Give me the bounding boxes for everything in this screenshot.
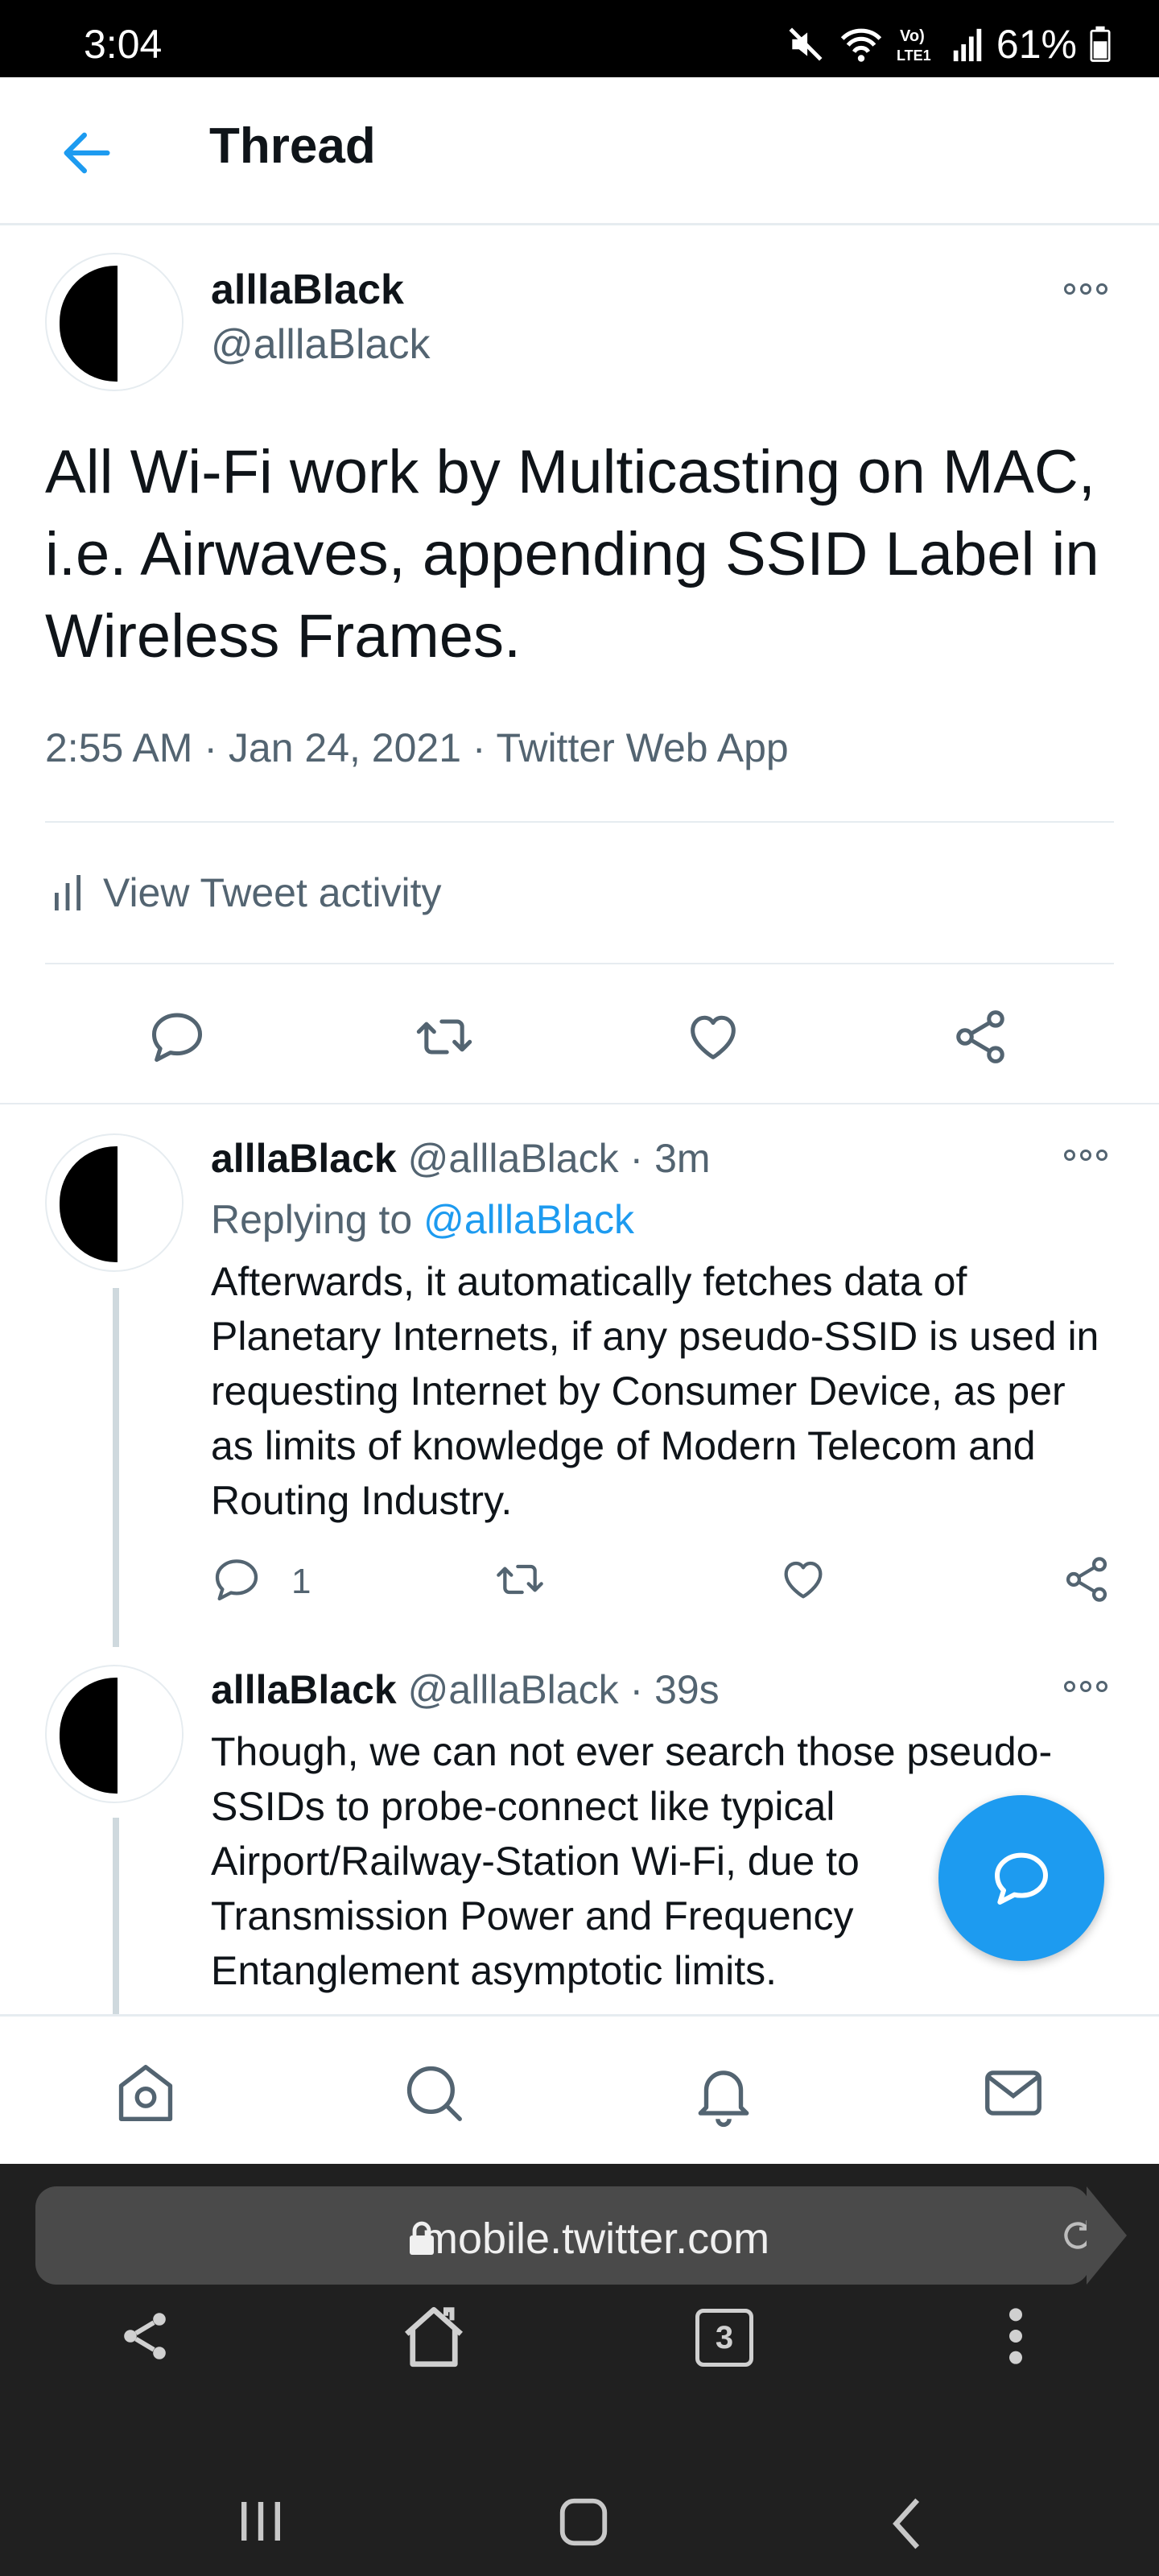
retweet-icon <box>416 1019 472 1055</box>
nav-messages[interactable] <box>979 2058 1048 2132</box>
divider <box>0 1103 1159 1104</box>
author-name[interactable]: alllaBlack <box>211 266 404 314</box>
battery-percent: 61% <box>996 22 1077 67</box>
recent-apps-icon <box>241 2502 280 2541</box>
tweet-text: All Wi-Fi work by Multicasting on MAC, i… <box>45 438 1099 671</box>
thread-line <box>113 1818 119 2014</box>
like-button[interactable] <box>777 1554 829 1609</box>
compose-reply-button[interactable] <box>938 1795 1104 1961</box>
separator: · <box>629 1136 644 1181</box>
reply-time: 3m <box>654 1136 711 1181</box>
app-header: Thread <box>0 77 1159 225</box>
address-bar-tip <box>1087 2186 1127 2285</box>
reply-icon <box>151 1013 203 1063</box>
view-tweet-activity[interactable]: View Tweet activity <box>53 869 442 916</box>
reply-button[interactable] <box>146 1006 208 1071</box>
url-text: mobile.twitter.com <box>422 2215 770 2263</box>
share-button[interactable] <box>950 1006 1011 1071</box>
home-icon <box>405 2306 463 2368</box>
retweet-button[interactable] <box>494 1554 546 1609</box>
notifications-icon <box>698 2070 749 2128</box>
browser-menu-button[interactable] <box>1006 2304 1025 2372</box>
retweet-button[interactable] <box>414 1006 475 1071</box>
nav-search[interactable] <box>399 2058 468 2132</box>
tabs-button[interactable]: 3 <box>695 2309 753 2367</box>
thread-line <box>113 1288 119 1647</box>
share-button[interactable] <box>1061 1554 1112 1609</box>
square-home-icon <box>559 2498 608 2546</box>
avatar[interactable] <box>45 1665 184 1803</box>
volte-icon: Vo) LTE1 <box>897 27 931 64</box>
address-bar[interactable]: mobile.twitter.com <box>35 2186 1091 2285</box>
separator: · <box>629 1667 644 1712</box>
replying-prefix: Replying to <box>211 1197 413 1242</box>
system-home-button[interactable] <box>555 2494 612 2554</box>
divider <box>45 963 1114 964</box>
reply-author-name[interactable]: alllaBlack <box>211 1667 397 1712</box>
search-icon <box>406 2066 462 2121</box>
battery-icon <box>1090 26 1111 62</box>
share-icon <box>124 2313 166 2359</box>
svg-text:Vo): Vo) <box>900 27 925 45</box>
reply-icon <box>995 1852 1048 1905</box>
messages-icon <box>985 2070 1041 2116</box>
activity-label: View Tweet activity <box>103 870 442 915</box>
tweet-meta: 2:55 AM · Jan 24, 2021 · Twitter Web App <box>45 725 789 770</box>
more-vertical-icon <box>1009 2308 1022 2364</box>
retweet-icon <box>497 1564 543 1595</box>
reply-author-name[interactable]: alllaBlack <box>211 1136 397 1181</box>
browser-toolbar: mobile.twitter.com 3 <box>0 2164 1159 2576</box>
browser-share-button[interactable] <box>116 2304 174 2372</box>
arrow-left-icon <box>64 132 110 174</box>
signal-icon <box>953 28 982 62</box>
share-icon <box>956 1010 1004 1063</box>
status-time: 3:04 <box>84 22 163 67</box>
reply-header: alllaBlack @alllaBlack · 39s <box>211 1666 720 1713</box>
replying-to: Replying to @alllaBlack <box>211 1196 634 1243</box>
nav-home[interactable] <box>111 2058 180 2132</box>
status-icons: Vo) LTE1 61% <box>786 21 1111 68</box>
divider <box>45 821 1114 823</box>
chevron-left-icon <box>893 2498 920 2549</box>
recent-apps-button[interactable] <box>235 2497 287 2549</box>
reply-button[interactable] <box>211 1554 262 1609</box>
like-button[interactable] <box>683 1006 744 1071</box>
like-icon <box>784 1561 823 1599</box>
more-options-icon[interactable] <box>1064 1681 1107 1692</box>
home-icon <box>118 2065 173 2121</box>
more-options-icon[interactable] <box>1064 1150 1107 1161</box>
analytics-icon <box>55 875 80 910</box>
reply-header: alllaBlack @alllaBlack · 3m <box>211 1135 711 1182</box>
avatar[interactable] <box>45 253 184 391</box>
page-title: Thread <box>209 118 376 174</box>
wifi-icon <box>840 28 882 62</box>
mute-icon <box>789 27 823 61</box>
share-icon <box>1066 1557 1107 1602</box>
reply-text: Afterwards, it automatically fetches dat… <box>211 1259 1099 1523</box>
reply-time: 39s <box>654 1667 720 1712</box>
back-button[interactable] <box>56 122 118 184</box>
reply-count: 1 <box>291 1562 311 1601</box>
nav-notifications[interactable] <box>689 2058 758 2132</box>
author-handle[interactable]: @alllaBlack <box>211 320 430 369</box>
reply-icon <box>215 1559 258 1601</box>
more-options-icon[interactable] <box>1064 283 1107 295</box>
like-icon <box>691 1015 736 1059</box>
bottom-nav <box>0 2014 1159 2164</box>
avatar[interactable] <box>45 1133 184 1272</box>
reply-author-handle[interactable]: @alllaBlack <box>408 1136 619 1181</box>
replying-to-link[interactable]: @alllaBlack <box>423 1197 634 1242</box>
reply-author-handle[interactable]: @alllaBlack <box>408 1667 619 1712</box>
system-back-button[interactable] <box>889 2496 927 2556</box>
status-bar: 3:04 Vo) LTE1 61% <box>0 0 1159 77</box>
browser-home-button[interactable] <box>398 2301 470 2377</box>
svg-text:LTE1: LTE1 <box>897 47 931 64</box>
